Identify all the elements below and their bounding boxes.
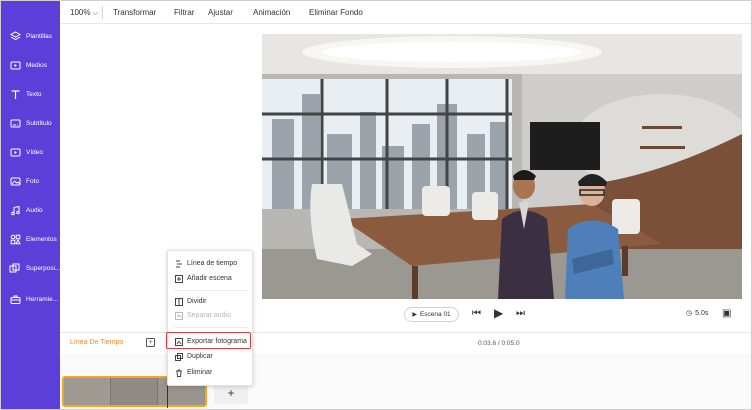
plus-icon: + — [227, 386, 235, 400]
menu-item-label: Añadir escena — [187, 275, 232, 282]
next-button[interactable]: ⏭ — [516, 308, 525, 319]
sidebar-item-label: Foto — [26, 177, 40, 185]
sidebar-item-label: Vídeo — [26, 148, 43, 156]
subtitle-icon — [9, 117, 21, 129]
clip-thumbnail — [111, 378, 158, 405]
sidebar-item-medios[interactable]: Medios — [1, 54, 60, 76]
layers-icon — [9, 30, 21, 42]
fullscreen-button[interactable]: ▣ — [722, 308, 731, 319]
video-icon — [9, 146, 21, 158]
play-icon: ▶ — [494, 306, 504, 320]
chevron-down-icon: ⌵ — [92, 10, 99, 17]
scene-selector[interactable]: ▶ Escena 01 — [404, 307, 459, 322]
text-icon — [9, 88, 21, 100]
menu-item-label: Duplicar — [187, 353, 213, 360]
zoom-dropdown[interactable]: 100% ⌵ — [70, 8, 98, 18]
skip-forward-icon: ⏭ — [516, 308, 525, 319]
add-scene-small-icon[interactable]: + — [146, 338, 155, 347]
sidebar-item-subtitulo[interactable]: Subtítulo — [1, 112, 60, 134]
zoom-value: 100% — [70, 8, 91, 17]
media-folder-icon — [9, 59, 21, 71]
music-icon — [9, 204, 21, 216]
toolbar-ajustar[interactable]: Ajustar — [208, 8, 233, 17]
previous-button[interactable]: ⏮ — [472, 308, 481, 319]
sidebar-item-label: Herramie... — [26, 295, 59, 303]
timeline-icon — [174, 259, 183, 268]
sidebar-item-audio[interactable]: Audio — [1, 199, 60, 221]
sidebar-item-plantillas[interactable]: Plantillas — [1, 25, 60, 47]
menu-item-anadir-escena[interactable]: Añadir escena — [174, 272, 250, 285]
sidebar-item-video[interactable]: Vídeo — [1, 141, 60, 163]
menu-item-label: Dividir — [187, 298, 207, 305]
sidebar-item-label: Superposi... — [25, 264, 60, 272]
timeline-label: Línea De Tiempo — [70, 339, 124, 346]
sidebar-item-label: Texto — [26, 90, 42, 98]
menu-divider — [174, 290, 248, 291]
clock-icon: ◷ — [686, 310, 693, 317]
split-icon — [174, 297, 183, 306]
menu-divider — [174, 327, 248, 328]
toolbar-eliminar-fondo[interactable]: Eliminar Fondo — [309, 8, 363, 17]
sidebar-item-herramientas[interactable]: Herramie... — [1, 288, 60, 310]
add-scene-icon — [174, 274, 183, 283]
fullscreen-icon: ▣ — [722, 308, 732, 319]
trash-icon — [174, 368, 183, 377]
menu-item-separar-audio: Separar audio — [174, 309, 250, 322]
photo-icon — [9, 175, 21, 187]
skip-back-icon: ⏮ — [472, 308, 481, 319]
menu-item-dividir[interactable]: Dividir — [174, 295, 250, 308]
menu-item-label: Separar audio — [187, 312, 231, 319]
sidebar-item-label: Plantillas — [26, 32, 53, 40]
scene-label: Escena 01 — [419, 311, 451, 318]
highlight-box — [166, 332, 251, 349]
detach-audio-icon — [174, 311, 183, 320]
toolbar-transformar[interactable]: Transformar — [113, 8, 156, 17]
sidebar-item-label: Audio — [26, 206, 43, 214]
timeline-time: 0:03.6 / 0:05.0 — [478, 340, 520, 347]
toolbar: 100% ⌵ Transformar Filtrar Ajustar Anima… — [60, 1, 751, 24]
sidebar-item-superposiciones[interactable]: Superposi... — [1, 257, 60, 279]
menu-item-duplicar[interactable]: Duplicar — [174, 350, 250, 363]
toolbar-divider — [102, 6, 103, 19]
sidebar-item-label: Subtítulo — [26, 119, 52, 127]
sidebar-item-label: Medios — [26, 61, 47, 69]
menu-item-label: Línea de tiempo — [187, 260, 238, 267]
toolbox-icon — [9, 293, 21, 305]
play-button[interactable]: ▶ — [494, 306, 503, 320]
sidebar-item-texto[interactable]: Texto — [1, 83, 60, 105]
timeline-tab[interactable]: Línea De Tiempo — [70, 339, 123, 346]
menu-item-label: Eliminar — [187, 369, 213, 376]
overlay-icon — [9, 262, 21, 274]
toolbar-animacion[interactable]: Animación — [253, 8, 290, 17]
timeline-header — [60, 332, 751, 354]
play-small-icon: ▶ — [412, 312, 417, 318]
sidebar-item-foto[interactable]: Foto — [1, 170, 60, 192]
context-menu: Línea de tiempo Añadir escena Dividir Se… — [167, 250, 253, 386]
duplicate-icon — [174, 352, 183, 361]
elements-icon — [9, 233, 21, 245]
clip-thumbnail — [64, 378, 111, 405]
menu-item-eliminar[interactable]: Eliminar — [174, 366, 250, 379]
toolbar-filtrar[interactable]: Filtrar — [174, 8, 194, 17]
sidebar: Plantillas Medios Texto Subtítulo Vídeo … — [1, 1, 60, 409]
duration-value: 5.0s — [695, 309, 709, 317]
menu-item-linea-de-tiempo[interactable]: Línea de tiempo — [174, 257, 250, 270]
sidebar-item-elementos[interactable]: Elementos — [1, 228, 60, 250]
preview-image[interactable] — [262, 34, 742, 299]
duration-display[interactable]: ◷ 5.0s — [686, 309, 709, 318]
sidebar-item-label: Elementos — [26, 235, 57, 243]
